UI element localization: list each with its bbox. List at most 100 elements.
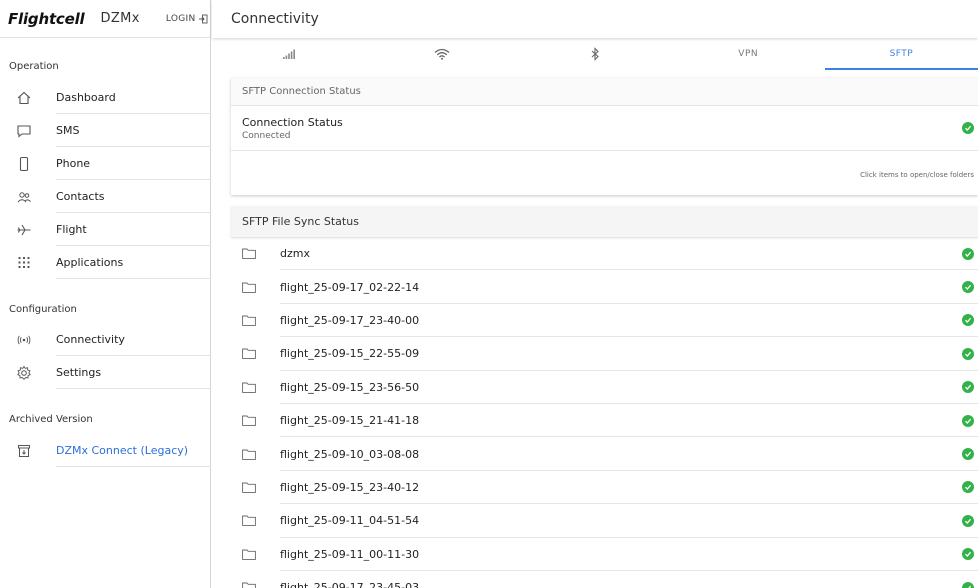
sidebar-item-sms[interactable]: SMS (0, 114, 211, 147)
folder-row[interactable]: flight_25-09-10_03-08-08 (231, 437, 978, 471)
file-sync-card: SFTP File Sync Status dzmx flight_25-09-1… (231, 206, 978, 588)
tab-cellular[interactable] (212, 38, 365, 70)
tab-vpn-label: VPN (738, 49, 759, 59)
check-circle-icon (962, 581, 974, 588)
sidebar-item-label: Dashboard (56, 91, 116, 104)
folder-icon (242, 549, 256, 560)
archive-icon (15, 442, 33, 460)
folder-icon (242, 582, 256, 588)
sidebar-item-label: SMS (56, 124, 80, 137)
folder-row[interactable]: flight_25-09-11_00-11-30 (231, 538, 978, 571)
page-header: Connectivity (212, 0, 978, 38)
folder-icon (242, 348, 256, 360)
check-circle-icon (962, 514, 974, 527)
folder-row[interactable]: flight_25-09-17_23-45-03 (231, 571, 978, 588)
tab-wifi[interactable] (365, 38, 518, 70)
sidebar-item-settings[interactable]: Settings (0, 356, 211, 389)
main-content: SFTP Connection Status Connection Status… (231, 78, 978, 588)
login-button[interactable]: LOGIN (166, 14, 208, 24)
connection-status-title: Connection Status (242, 116, 343, 129)
folder-name: flight_25-09-11_04-51-54 (280, 514, 420, 528)
check-circle-icon (962, 414, 974, 427)
folder-name: dzmx (280, 247, 310, 261)
apps-grid-icon (15, 254, 33, 272)
connectivity-tabs: VPN SFTP (212, 38, 978, 70)
sidebar-item-contacts[interactable]: Contacts (0, 180, 211, 213)
folder-row[interactable]: flight_25-09-15_22-55-09 (231, 337, 978, 371)
login-label: LOGIN (165, 13, 196, 24)
folder-name: flight_25-09-15_21-41-18 (280, 414, 420, 428)
folder-row[interactable]: dzmx (231, 237, 978, 271)
gear-icon (15, 364, 33, 382)
sidebar-item-flight[interactable]: Flight (0, 213, 211, 246)
tab-bluetooth[interactable] (518, 38, 671, 70)
folder-row[interactable]: flight_25-09-17_02-22-14 (231, 270, 978, 304)
section-archived-version: Archived Version (9, 414, 93, 425)
folder-name: flight_25-09-10_03-08-08 (280, 447, 420, 461)
sidebar-item-connectivity[interactable]: Connectivity (0, 323, 211, 356)
connection-status-header: SFTP Connection Status (231, 78, 978, 106)
check-circle-icon (962, 481, 974, 494)
folder-icon (242, 515, 256, 527)
message-icon (15, 122, 33, 140)
check-circle-icon (962, 122, 974, 134)
sidebar-item-label: Settings (56, 366, 102, 379)
divider (56, 388, 211, 389)
folder-name: flight_25-09-17_23-45-03 (280, 581, 420, 588)
brand-bar: Flightcell DZMx LOGIN (0, 0, 210, 38)
folder-row[interactable]: flight_25-09-15_23-56-50 (231, 371, 978, 404)
folder-name: flight_25-09-11_00-11-30 (280, 547, 420, 561)
sidebar-item-label: Contacts (56, 190, 105, 203)
check-circle-icon (962, 381, 974, 394)
check-circle-icon (962, 247, 974, 260)
folder-name: flight_25-09-15_22-55-09 (280, 347, 420, 361)
signal-bars-icon (282, 49, 295, 59)
bluetooth-icon (591, 47, 599, 61)
divider (56, 466, 211, 467)
folder-icon (242, 282, 256, 293)
check-circle-icon (962, 314, 974, 327)
folder-row[interactable]: flight_25-09-17_23-40-00 (231, 304, 978, 338)
connection-status-value: Connected (242, 131, 291, 141)
sidebar-item-label: Phone (56, 157, 91, 170)
home-icon (15, 89, 33, 107)
sidebar-item-dzmx-connect-legacy[interactable]: DZMx Connect (Legacy) (0, 434, 211, 467)
check-circle-icon (962, 548, 974, 561)
login-icon (198, 14, 207, 23)
folder-icon (242, 382, 256, 393)
folder-name: flight_25-09-17_02-22-14 (280, 280, 420, 294)
folder-icon (242, 248, 256, 260)
sidebar-item-dashboard[interactable]: Dashboard (0, 81, 211, 114)
sidebar: Flightcell DZMx LOGIN Operation Dashboar… (0, 0, 211, 588)
check-circle-icon (962, 448, 974, 461)
flightcell-logo: Flightcell (8, 9, 85, 28)
sidebar-item-label: Connectivity (56, 333, 125, 346)
tab-sftp-label: SFTP (889, 49, 914, 59)
sidebar-item-applications[interactable]: Applications (0, 246, 211, 279)
file-sync-header: SFTP File Sync Status (231, 206, 978, 237)
folder-row[interactable]: flight_25-09-15_23-40-12 (231, 471, 978, 505)
broadcast-icon (15, 331, 33, 349)
sidebar-item-label: DZMx Connect (Legacy) (56, 444, 189, 457)
airplane-icon (15, 221, 33, 239)
page-title: Connectivity (231, 11, 319, 27)
section-operation: Operation (9, 61, 59, 72)
folder-icon (242, 449, 256, 460)
file-list: dzmx flight_25-09-17_02-22-14 flight_25-09… (231, 237, 978, 588)
check-circle-icon (962, 347, 974, 360)
sidebar-item-phone[interactable]: Phone (0, 147, 211, 180)
folder-row[interactable]: flight_25-09-11_04-51-54 (231, 504, 978, 538)
folder-name: flight_25-09-15_23-40-12 (280, 480, 420, 494)
folder-icon (242, 315, 256, 326)
sidebar-item-label: Applications (56, 256, 124, 269)
divider (56, 278, 211, 279)
tab-vpn[interactable]: VPN (672, 38, 825, 70)
folder-icon (242, 482, 256, 493)
check-circle-icon (962, 281, 974, 294)
connection-status-card: SFTP Connection Status Connection Status… (231, 78, 978, 195)
folder-row[interactable]: flight_25-09-15_21-41-18 (231, 404, 978, 438)
connection-card-footer: Click items to open/close folders (231, 151, 978, 195)
tab-sftp[interactable]: SFTP (824, 38, 978, 70)
folder-icon (242, 415, 256, 426)
wifi-icon (434, 48, 450, 60)
